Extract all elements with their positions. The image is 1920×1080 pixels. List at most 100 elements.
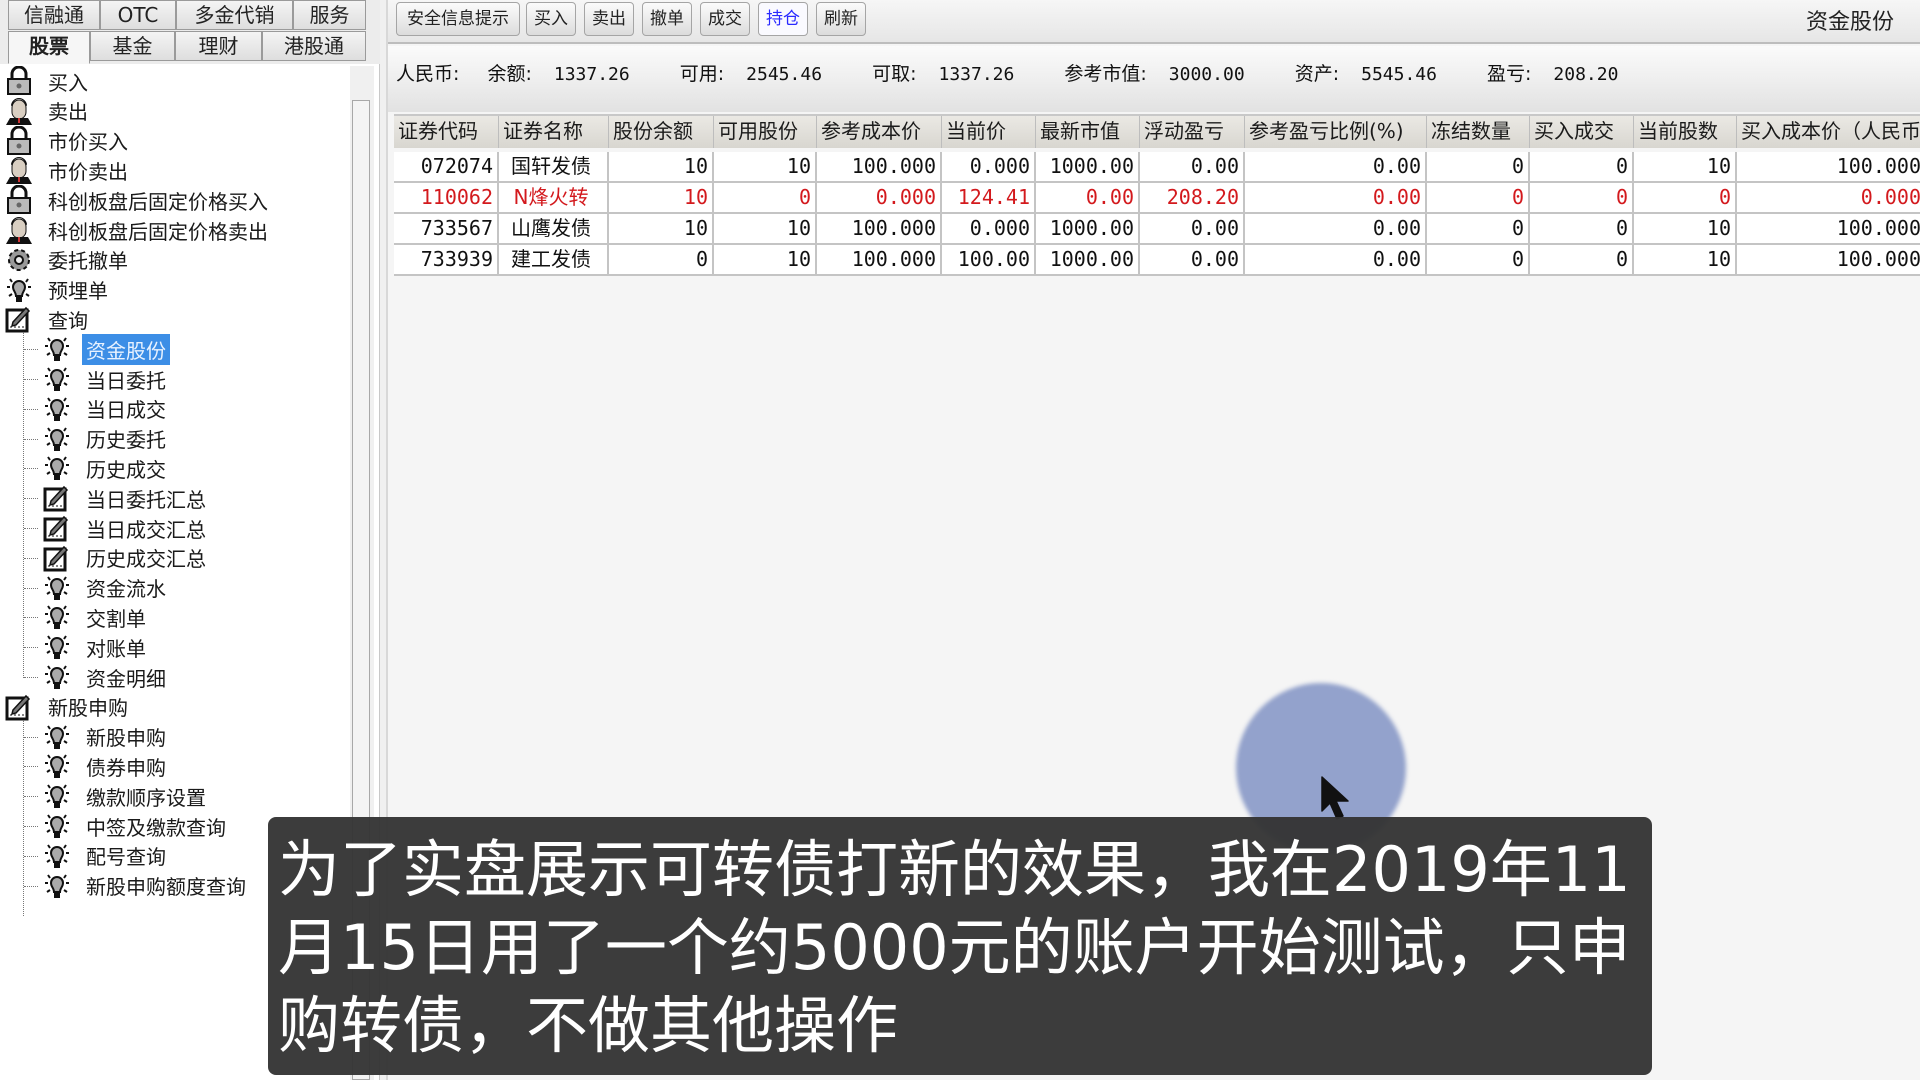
market-value-label: 参考市值: (1064, 63, 1147, 85)
table-cell: 0 (1530, 183, 1634, 212)
tree-item-label: 配号查询 (86, 845, 166, 870)
withdrawable-label: 可取: (872, 63, 917, 85)
table-row[interactable]: 110062 N烽火转 10 0 0.000 124.41 0.00 208.20 0.00 0 0… (394, 183, 1920, 214)
column-header[interactable]: 冻结数量 (1427, 116, 1530, 148)
tree-connector (23, 719, 24, 917)
cancel-order-button[interactable]: 撤单 (642, 2, 692, 36)
bulb-icon (42, 364, 72, 394)
edit-icon (42, 513, 72, 543)
tree-connector (24, 468, 38, 470)
person-icon (4, 155, 34, 185)
table-row[interactable]: 733567 山鹰发债 10 10 100.000 0.000 1000.00 0.00 0.0… (394, 214, 1920, 245)
withdrawable-value: 1337.26 (938, 64, 1015, 85)
tree-connector (24, 617, 38, 619)
tree-item-label: 科创板盘后固定价格买入 (48, 189, 268, 214)
column-header[interactable]: 证券代码 (394, 116, 499, 148)
pnl-value: 208.20 (1553, 64, 1619, 85)
available-value: 2545.46 (746, 64, 823, 85)
tree-connector (24, 498, 38, 500)
tree-connector (24, 587, 38, 589)
tree-item-label: 市价卖出 (48, 159, 128, 184)
table-cell: 1000.00 (1036, 245, 1140, 274)
tab-otc[interactable]: OTC (100, 0, 176, 30)
tree-item-label: 中签及缴款查询 (86, 815, 226, 840)
column-header[interactable]: 浮动盈亏 (1140, 116, 1245, 148)
column-header[interactable]: 证券名称 (499, 116, 609, 148)
tab-fund-agency[interactable]: 多金代销 (176, 0, 293, 30)
tree-connector (24, 796, 38, 798)
person-icon (4, 215, 34, 245)
bulb-icon (42, 394, 72, 424)
bulb-icon (42, 841, 72, 871)
table-cell: 100.000 (1737, 214, 1920, 243)
tree-item-label: 卖出 (48, 100, 88, 125)
sell-button[interactable]: 卖出 (584, 2, 634, 36)
edit-icon (42, 543, 72, 573)
table-cell: 100.000 (1737, 245, 1920, 274)
table-cell: 072074 (394, 152, 499, 181)
tab-stocks[interactable]: 股票 (8, 31, 90, 64)
column-header[interactable]: 买入成交 (1530, 116, 1634, 148)
bulb-icon (4, 275, 34, 305)
table-cell: 0.00 (1140, 152, 1245, 181)
tab-wealth[interactable]: 理财 (175, 31, 262, 61)
security-info-button[interactable]: 安全信息提示 (396, 2, 520, 36)
buy-button[interactable]: 买入 (526, 2, 576, 36)
tree-item-label: 当日成交汇总 (86, 517, 206, 542)
pnl-label: 盈亏: (1487, 63, 1532, 85)
tree-item-label: 新股申购 (86, 726, 166, 751)
table-cell: 0 (609, 245, 714, 274)
table-cell: 100.000 (817, 152, 942, 181)
table-cell: 0.000 (942, 214, 1036, 243)
table-cell: 1000.00 (1036, 214, 1140, 243)
column-header[interactable]: 可用股份 (714, 116, 817, 148)
bulb-icon (42, 662, 72, 692)
table-cell: 733939 (394, 245, 499, 274)
account-summary: 人民币: 余额: 1337.26 可用: 2545.46 可取: 1337.26 参考… (388, 46, 1920, 112)
table-cell: 10 (714, 214, 817, 243)
column-header[interactable]: 最新市值 (1036, 116, 1140, 148)
tree-connector (23, 332, 24, 678)
column-header[interactable]: 当前价 (942, 116, 1036, 148)
table-cell: N烽火转 (499, 183, 609, 212)
tab-service[interactable]: 服务 (293, 0, 366, 30)
gear-icon (4, 245, 34, 275)
column-header[interactable]: 参考成本价 (817, 116, 942, 148)
bulb-icon (42, 632, 72, 662)
video-caption: 为了实盘展示可转债打新的效果，我在2019年11月15日用了一个约5000元的账… (268, 817, 1652, 1075)
column-header[interactable]: 买入成本价（人民币） (1737, 116, 1920, 148)
tree-item-label: 买入 (48, 70, 88, 95)
balance-value: 1337.26 (553, 64, 630, 85)
table-cell: 10 (1634, 214, 1737, 243)
bulb-icon (42, 722, 72, 752)
column-header[interactable]: 股份余额 (609, 116, 714, 148)
trades-button[interactable]: 成交 (700, 2, 750, 36)
toolbar: 安全信息提示 买入 卖出 撤单 成交 持仓 刷新 资金股份 (388, 0, 1920, 44)
tree-item[interactable]: 新股申购额度查询 (42, 869, 250, 903)
table-cell: 208.20 (1140, 183, 1245, 212)
tree-connector (24, 885, 38, 887)
bulb-icon (42, 602, 72, 632)
summary-withdrawable: 可取: 1337.26 (872, 63, 1036, 85)
table-cell: 100.000 (817, 245, 942, 274)
table-cell: 10 (609, 214, 714, 243)
table-cell: 10 (1634, 152, 1737, 181)
table-row[interactable]: 072074 国轩发债 10 10 100.000 0.000 1000.00 0.00 0.0… (394, 152, 1920, 183)
bulb-icon (42, 811, 72, 841)
tab-xinrongtong[interactable]: 信融通 (8, 0, 100, 30)
column-header[interactable]: 参考盈亏比例(%) (1245, 116, 1427, 148)
refresh-button[interactable]: 刷新 (816, 2, 866, 36)
table-cell: 10 (714, 152, 817, 181)
table-cell: 0.00 (1245, 245, 1427, 274)
lock-icon (4, 66, 34, 96)
tree-item-label: 预埋单 (48, 279, 108, 304)
column-header[interactable]: 当前股数 (1634, 116, 1737, 148)
edit-icon (42, 483, 72, 513)
table-row[interactable]: 733939 建工发债 0 10 100.000 100.00 1000.00 0.00 0.0… (394, 245, 1920, 276)
lock-icon (4, 125, 34, 156)
tab-hk-connect[interactable]: 港股通 (262, 31, 366, 61)
positions-button[interactable]: 持仓 (758, 2, 808, 36)
table-cell: 0.00 (1245, 152, 1427, 181)
tab-funds[interactable]: 基金 (90, 31, 175, 61)
tree-item-label: 委托撤单 (48, 249, 128, 274)
